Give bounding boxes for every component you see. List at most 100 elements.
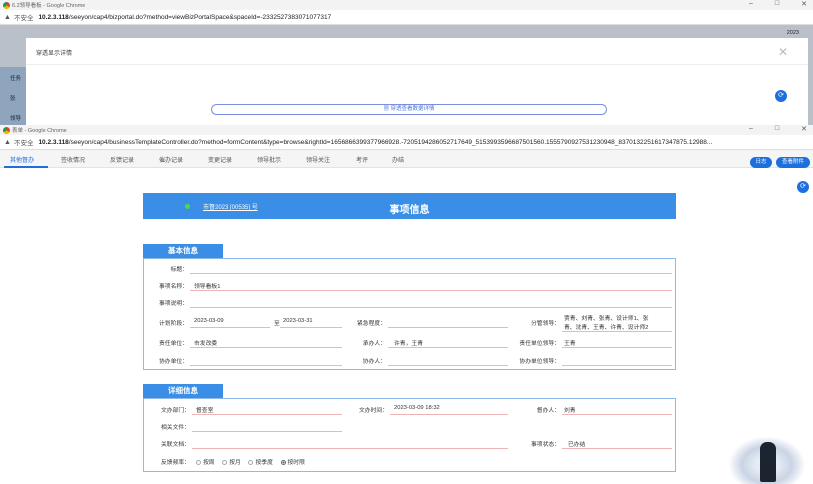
year-label: 2023 [786, 30, 799, 36]
insecure-label: 不安全 [13, 140, 34, 147]
address-bar[interactable]: ▲ 不安全 10.2.3.118/seeyon/cap4/bizportal.d… [0, 10, 813, 25]
co-unit-field[interactable] [190, 365, 342, 366]
status-label: 事项状态： [531, 442, 560, 448]
section-title-basic: 基本信息 [143, 244, 223, 258]
dept-value: 督查室 [196, 408, 214, 414]
frequency-label: 反馈频率： [161, 460, 190, 466]
co-handler-label: 协办人： [362, 359, 386, 365]
time-field[interactable] [390, 414, 508, 415]
warning-icon: ▲ [4, 13, 11, 21]
close-icon[interactable]: ✕ [778, 45, 788, 59]
url-text[interactable]: 10.2.3.118/seeyon/cap4/businessTemplateC… [38, 139, 712, 146]
resp-unit-label: 责任单位： [159, 341, 188, 347]
resp-unit-value: 市发改委 [194, 341, 218, 347]
detail-modal: 穿透显示详情 ✕ ▦ 穿透查看数据详情 [26, 38, 808, 125]
log-button[interactable]: 日志 [750, 157, 772, 168]
time-label: 文办时间： [359, 408, 388, 414]
item-name-value: 领导看板1 [194, 284, 221, 290]
refresh-icon[interactable]: ⟳ [775, 90, 787, 102]
docs-field[interactable] [192, 448, 508, 449]
unit-leader-value: 王青 [564, 341, 576, 347]
frequency-radio-group: 按周 按月 按季度 按时限 [190, 457, 305, 466]
unit-leader-label: 责任单位领导： [519, 341, 560, 347]
plan-end-field[interactable] [280, 327, 342, 328]
leader-field[interactable] [562, 331, 672, 332]
plan-start-field[interactable] [190, 327, 270, 328]
radio-weekly-label: 按周 [203, 460, 215, 466]
dept-field[interactable] [192, 414, 342, 415]
time-value: 2023-03-09 18:32 [394, 405, 440, 411]
minimize-button[interactable]: – [749, 0, 753, 8]
handler-label: 承办人： [362, 341, 386, 347]
plan-end-value: 2023-03-31 [283, 318, 313, 324]
maximize-button[interactable]: □ [775, 0, 779, 8]
warning-icon: ▲ [4, 138, 11, 146]
status-field[interactable] [562, 448, 672, 449]
co-unit-leader-label: 协办单位领导： [519, 359, 560, 365]
refresh-icon[interactable]: ⟳ [797, 181, 809, 193]
modal-title: 穿透显示详情 [36, 51, 73, 57]
urgency-field[interactable] [388, 327, 508, 328]
active-tab-indicator [4, 166, 48, 168]
unit-leader-field[interactable] [562, 347, 672, 348]
window-titlebar: 表单 - Google Chrome – □ ✕ [0, 125, 813, 135]
list-item: 领导 [10, 116, 22, 122]
radio-weekly[interactable] [196, 460, 201, 465]
files-field[interactable] [192, 431, 342, 432]
radio-quarterly-label: 按季度 [255, 460, 273, 466]
list-item: 任务 [10, 76, 22, 82]
tab-leader-attention[interactable]: 领导关注 [306, 155, 330, 164]
tab-sign-status[interactable]: 签收情况 [61, 155, 85, 164]
tab-other-supervision[interactable]: 其他督办 [10, 155, 34, 164]
minimize-button[interactable]: – [749, 125, 753, 133]
background-rows: 任务 张 领导 [0, 67, 26, 127]
close-window-button[interactable]: ✕ [801, 0, 807, 8]
co-handler-field[interactable] [388, 365, 508, 366]
radio-deadline[interactable] [280, 460, 286, 465]
leader-value-line1: 贾青、刘青、张青、设计师1、张 [564, 316, 649, 322]
urgency-label: 紧急程度： [357, 321, 386, 327]
item-banner: 市督2023 [00535] 号 事项信息 [143, 193, 676, 219]
close-window-button[interactable]: ✕ [801, 125, 807, 133]
url-text[interactable]: 10.2.3.118/seeyon/cap4/bizportal.do?meth… [38, 14, 331, 21]
radio-monthly[interactable] [222, 460, 228, 465]
address-bar[interactable]: ▲ 不安全 10.2.3.118/seeyon/cap4/businessTem… [0, 135, 813, 150]
section-title-detail: 详细信息 [143, 384, 223, 398]
list-item: 张 [10, 96, 16, 102]
supervisor-field[interactable] [562, 414, 672, 415]
supervisor-label: 督办人： [536, 408, 560, 414]
background-window: 6.2领导看板 - Google Chrome – □ ✕ ▲ 不安全 10.2.3… [0, 0, 813, 127]
docs-label: 关联文档： [161, 442, 190, 448]
item-desc-field[interactable] [190, 307, 672, 308]
divider [26, 64, 808, 65]
to-label: 至 [274, 321, 280, 327]
maximize-button[interactable]: □ [775, 125, 779, 133]
tab-bar: 其他督办 签收情况 反馈记录 催办记录 变更记录 领导批示 领导关注 考评 办结 [0, 150, 813, 168]
tab-reminder-records[interactable]: 催办记录 [159, 155, 183, 164]
mascot-image [728, 436, 806, 484]
page-title: 事项信息 [389, 205, 430, 216]
plan-stage-label: 计划阶段： [159, 321, 188, 327]
view-detail-button[interactable]: ▦ 穿透查看数据详情 [211, 104, 607, 115]
leader-label: 分管领导： [531, 321, 560, 327]
tab-change-records[interactable]: 变更记录 [208, 155, 232, 164]
co-unit-label: 协办单位： [159, 359, 188, 365]
title-label: 标题： [170, 267, 188, 273]
co-unit-leader-field[interactable] [562, 365, 672, 366]
radio-quarterly[interactable] [248, 460, 254, 465]
chrome-icon [3, 1, 10, 9]
view-attachments-button[interactable]: 查看附件 [776, 157, 810, 168]
supervisor-value: 刘青 [564, 408, 576, 414]
chrome-icon [3, 126, 10, 134]
dept-label: 文办部门： [161, 408, 190, 414]
item-name-field[interactable] [190, 290, 672, 291]
title-field[interactable] [190, 273, 672, 274]
tab-feedback-records[interactable]: 反馈记录 [110, 155, 134, 164]
tab-completion[interactable]: 办结 [392, 155, 404, 164]
tab-leader-instructions[interactable]: 领导批示 [257, 155, 281, 164]
resp-unit-field[interactable] [190, 347, 342, 348]
tab-evaluation[interactable]: 考评 [356, 155, 368, 164]
handler-field[interactable] [388, 347, 508, 348]
mascot-figure [760, 442, 776, 482]
files-label: 相关文件： [161, 425, 190, 431]
